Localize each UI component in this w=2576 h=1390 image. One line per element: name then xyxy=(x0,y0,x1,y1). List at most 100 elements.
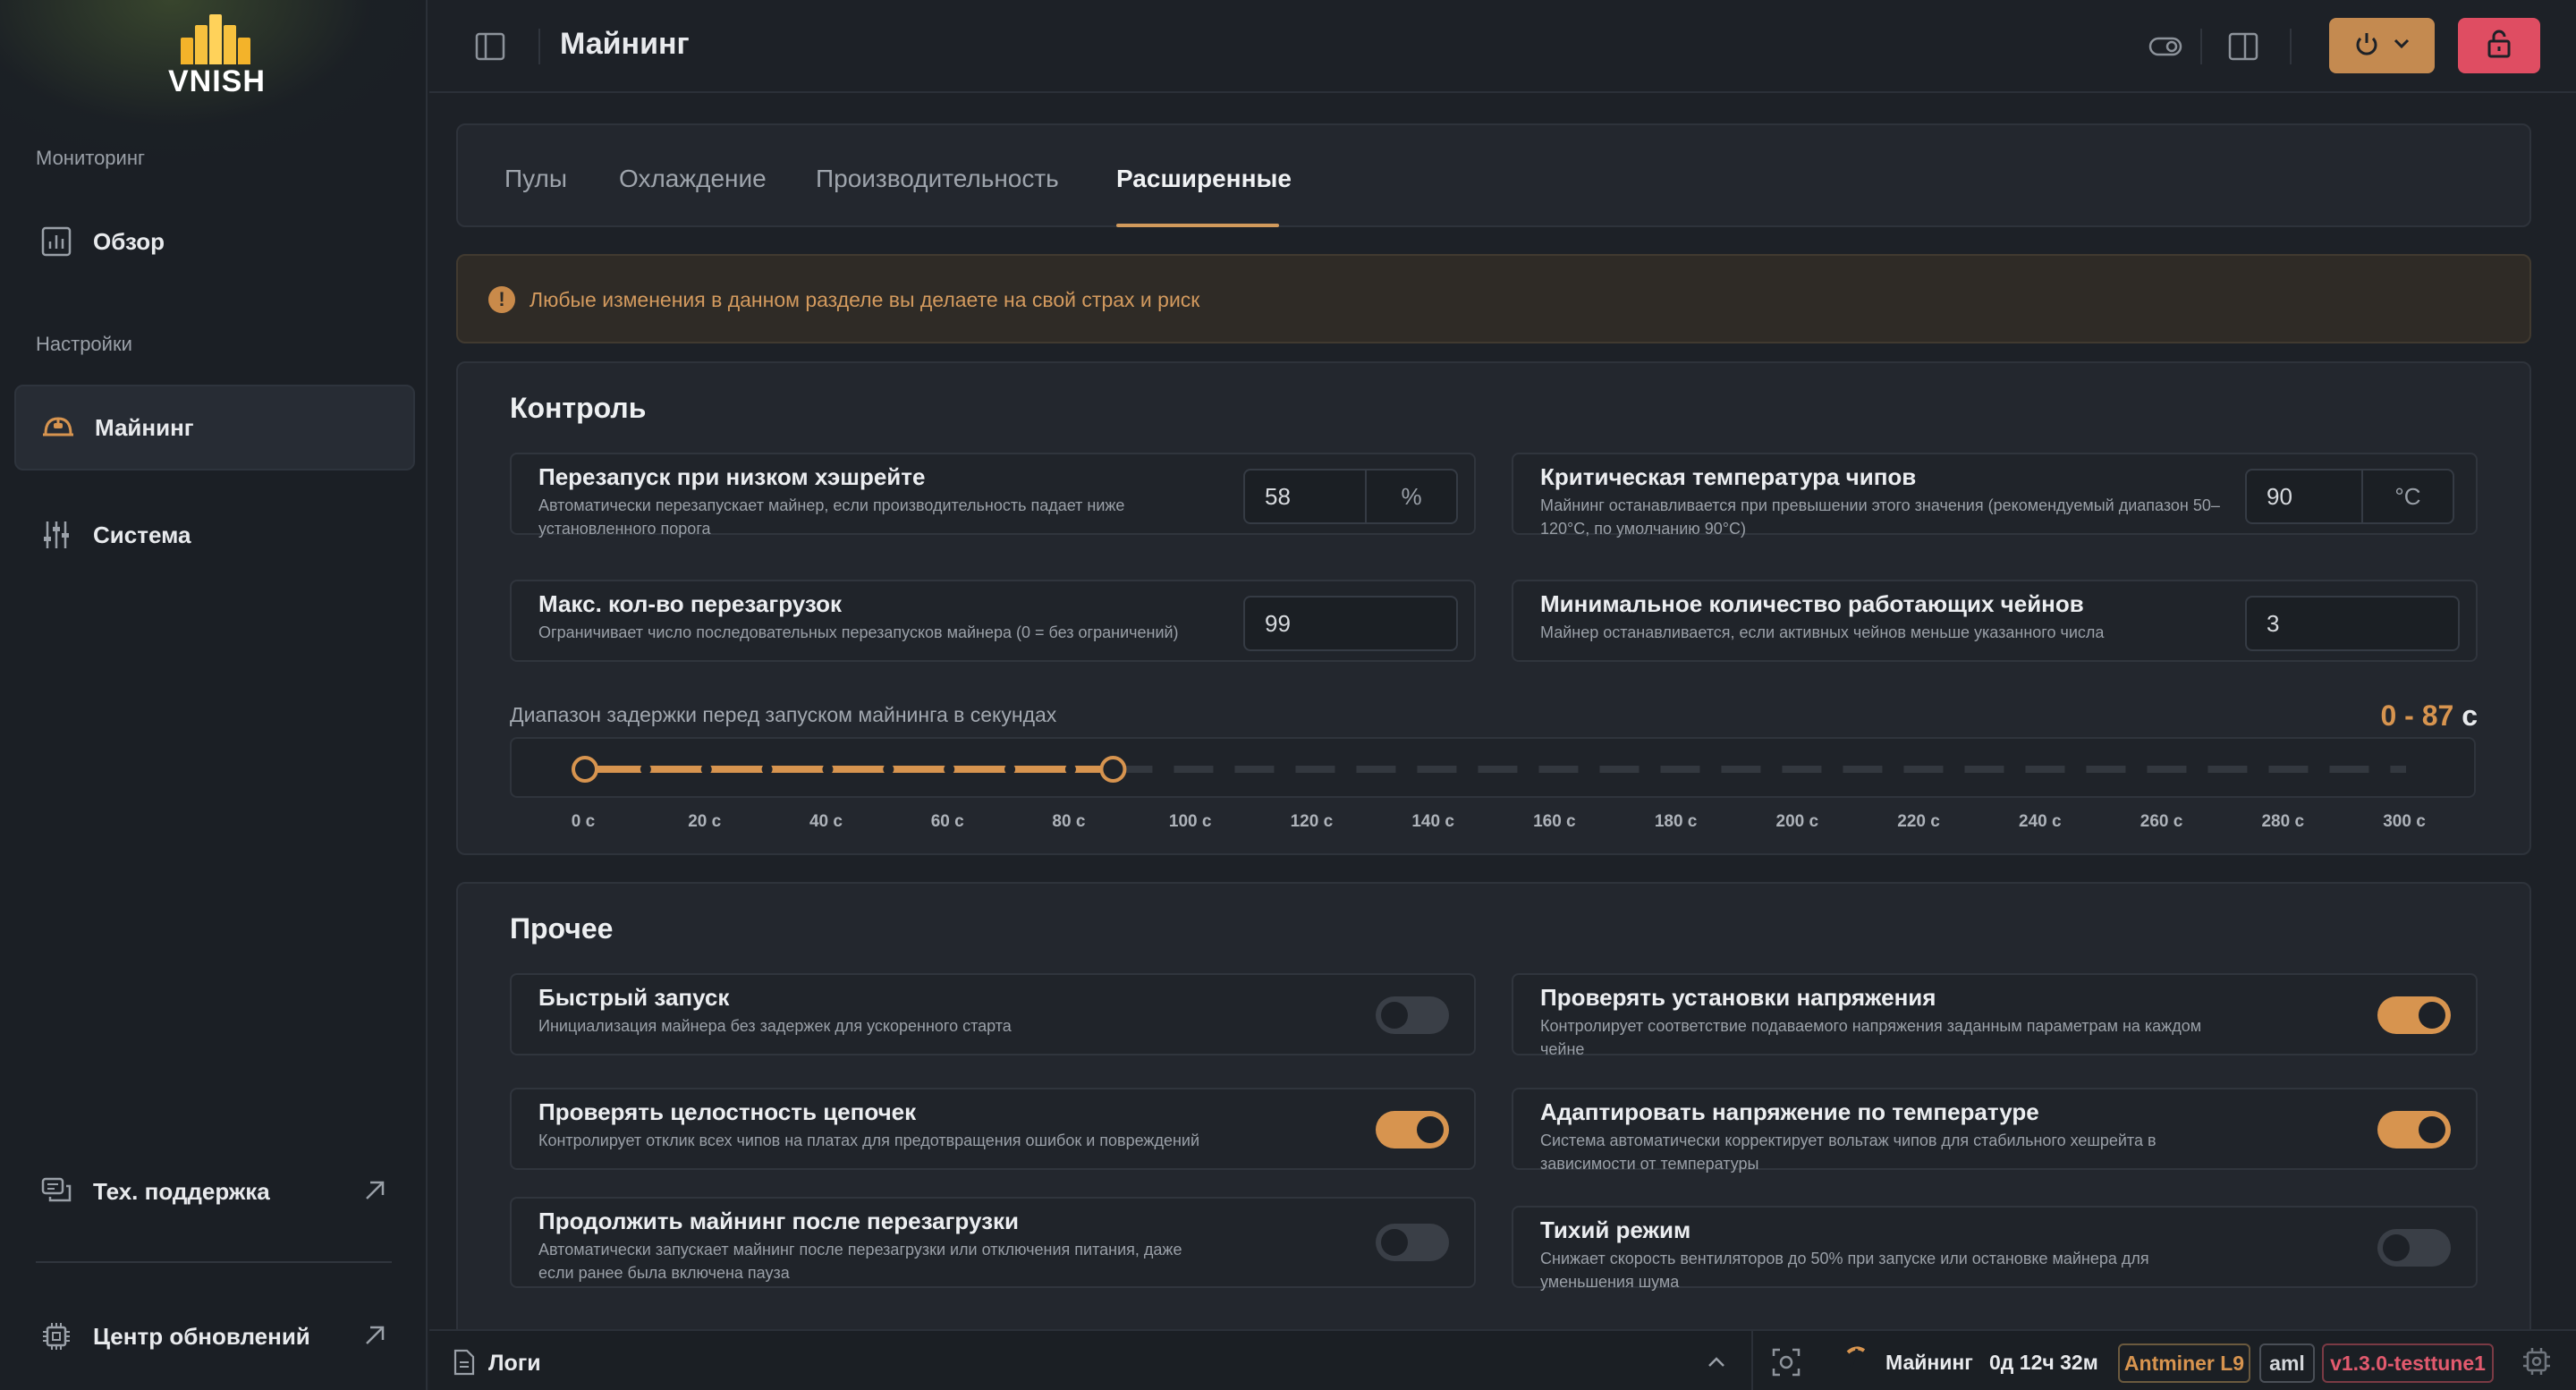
adapt-voltage-toggle[interactable] xyxy=(2377,1111,2451,1148)
setting-fast-start: Быстрый запуск Инициализация майнера без… xyxy=(510,973,1476,1055)
slider-handle-max[interactable] xyxy=(1099,756,1127,783)
toggle-knob xyxy=(1381,1002,1408,1029)
sidebar-toggle-icon[interactable] xyxy=(474,30,506,63)
sliders-icon xyxy=(39,518,73,552)
setting-description: Инициализация майнера без задержек для у… xyxy=(538,1017,1012,1035)
slider-tick-label: 140 с xyxy=(1411,812,1454,831)
sidebar-item-label: Центр обновлений xyxy=(93,1322,310,1350)
sidebar-item-label: Майнинг xyxy=(95,413,194,441)
chevron-up-icon[interactable] xyxy=(1705,1352,1728,1372)
slider-tick-label: 100 с xyxy=(1168,812,1212,831)
section-title: Прочее xyxy=(510,912,614,945)
section-title: Контроль xyxy=(510,392,647,424)
section-settings-title: Настройки xyxy=(36,333,132,355)
setting-description: Система автоматически корректирует вольт… xyxy=(1540,1131,2157,1173)
slider-tick-label: 280 с xyxy=(2261,812,2305,831)
setting-silent-mode: Тихий режим Снижает скорость вентиляторо… xyxy=(1512,1206,2478,1291)
slider-tick-label: 300 с xyxy=(2383,812,2426,831)
max-restarts-input[interactable]: 99 xyxy=(1243,596,1458,651)
sidebar-item-label: Тех. поддержка xyxy=(93,1177,270,1205)
delay-range-label: Диапазон задержки перед запуском майнинг… xyxy=(510,703,1057,726)
delay-range-slider[interactable] xyxy=(510,737,2476,798)
slider-track xyxy=(572,756,2406,783)
sidebar-item-mining[interactable]: Майнинг xyxy=(14,385,415,470)
slider-tick-label: 120 с xyxy=(1290,812,1334,831)
setting-label: Тихий режим xyxy=(1540,1216,1691,1243)
active-tab-indicator xyxy=(1116,224,1279,227)
toggle-knob xyxy=(2383,1234,2410,1261)
header-separator xyxy=(2200,29,2202,64)
fast-start-toggle[interactable] xyxy=(1376,996,1449,1034)
setting-critical-chip-temp: Критическая температура чипов Майнинг ос… xyxy=(1512,453,2478,538)
setting-restart-low-hashrate: Перезапуск при низком хэшрейте Автоматич… xyxy=(510,453,1476,538)
chip-icon xyxy=(39,1319,73,1353)
page-title: Майнинг xyxy=(560,27,690,61)
toggle-knob xyxy=(1381,1229,1408,1256)
sidebar-item-support[interactable]: Тех. поддержка xyxy=(14,1148,415,1234)
tab-advanced[interactable]: Расширенные xyxy=(1116,165,1292,193)
min-chains-input[interactable]: 3 xyxy=(2245,596,2460,651)
slider-tick-label: 200 с xyxy=(1775,812,1819,831)
slider-step-dot xyxy=(822,764,834,775)
control-section: Контроль Перезапуск при низком хэшрейте … xyxy=(456,361,2531,855)
silent-mode-toggle[interactable] xyxy=(2377,1229,2451,1267)
lock-icon xyxy=(2486,29,2512,64)
chevron-down-icon xyxy=(2393,38,2411,55)
sidebar-divider xyxy=(36,1261,392,1263)
chart-icon xyxy=(39,225,73,259)
setting-min-chains: Минимальное количество работающих чейнов… xyxy=(1512,580,2478,662)
panel-layout-icon[interactable] xyxy=(2227,30,2261,63)
hashrate-threshold-input[interactable]: 58 xyxy=(1243,469,1367,524)
logo[interactable]: VNISH xyxy=(168,14,265,98)
miner-status: Майнинг xyxy=(1885,1351,1973,1374)
model-badge: Antminer L9 xyxy=(2118,1343,2250,1383)
critical-temp-input[interactable]: 90 xyxy=(2245,469,2363,524)
tabs-bar: Пулы Охлаждение Производительность Расши… xyxy=(456,123,2531,227)
tab-performance[interactable]: Производительность xyxy=(816,165,1059,193)
lock-button[interactable] xyxy=(2458,18,2540,73)
tab-pools[interactable]: Пулы xyxy=(504,165,567,193)
toggle-knob xyxy=(2419,1002,2445,1029)
warning-icon: ! xyxy=(488,286,515,313)
setting-adapt-voltage: Адаптировать напряжение по температуре С… xyxy=(1512,1088,2478,1173)
slider-step-dot xyxy=(700,764,712,775)
slider-tick-label: 260 с xyxy=(2140,812,2183,831)
setting-label: Быстрый запуск xyxy=(538,984,730,1011)
slider-tick-label: 0 с xyxy=(571,812,596,831)
sidebar-item-updates[interactable]: Центр обновлений xyxy=(14,1293,415,1379)
logo-text: VNISH xyxy=(168,64,266,98)
slider-step-dot xyxy=(761,764,773,775)
sidebar-item-overview[interactable]: Обзор xyxy=(14,199,415,284)
external-link-icon xyxy=(361,1322,388,1349)
sidebar-item-label: Система xyxy=(93,521,191,548)
setting-label: Проверять целостность цепочек xyxy=(538,1098,917,1125)
slider-tick-label: 60 с xyxy=(930,812,964,831)
setting-max-restarts: Макс. кол-во перезагрузок Ограничивает ч… xyxy=(510,580,1476,662)
sidebar-item-system[interactable]: Система xyxy=(14,492,415,578)
setting-label: Проверять установки напряжения xyxy=(1540,984,1936,1011)
tab-cooling[interactable]: Охлаждение xyxy=(619,165,767,193)
setting-description: Снижает скорость вентиляторов до 50% при… xyxy=(1540,1250,2149,1291)
slider-step-dot xyxy=(640,764,651,775)
section-monitoring-title: Мониторинг xyxy=(36,147,146,169)
slider-tick-label: 220 с xyxy=(1897,812,1940,831)
setting-check-chains: Проверять целостность цепочек Контролиру… xyxy=(510,1088,1476,1170)
slider-handle-min[interactable] xyxy=(572,756,598,783)
resume-after-reboot-toggle[interactable] xyxy=(1376,1224,1449,1261)
warning-text: Любые изменения в данном разделе вы дела… xyxy=(530,288,1200,311)
check-voltage-toggle[interactable] xyxy=(2377,996,2451,1034)
check-chains-toggle[interactable] xyxy=(1376,1111,1449,1148)
slider-tick-label: 20 с xyxy=(688,812,722,831)
logs-button[interactable]: Логи xyxy=(488,1351,541,1377)
gear-icon[interactable] xyxy=(2521,1345,2553,1377)
setting-description: Контролирует соответствие подаваемого на… xyxy=(1540,1017,2202,1058)
theme-toggle-icon[interactable] xyxy=(2148,30,2182,63)
status-bar: Логи Майнинг 0д 12ч 32м Antminer L9 aml … xyxy=(429,1329,2576,1390)
unit-label: °C xyxy=(2361,469,2454,524)
scan-icon[interactable] xyxy=(1771,1347,1801,1377)
setting-check-voltage: Проверять установки напряжения Контролир… xyxy=(1512,973,2478,1058)
export-button[interactable] xyxy=(2329,18,2435,73)
sidebar-item-label: Обзор xyxy=(93,227,165,255)
helmet-icon xyxy=(41,411,75,445)
logo-mark xyxy=(181,14,250,64)
